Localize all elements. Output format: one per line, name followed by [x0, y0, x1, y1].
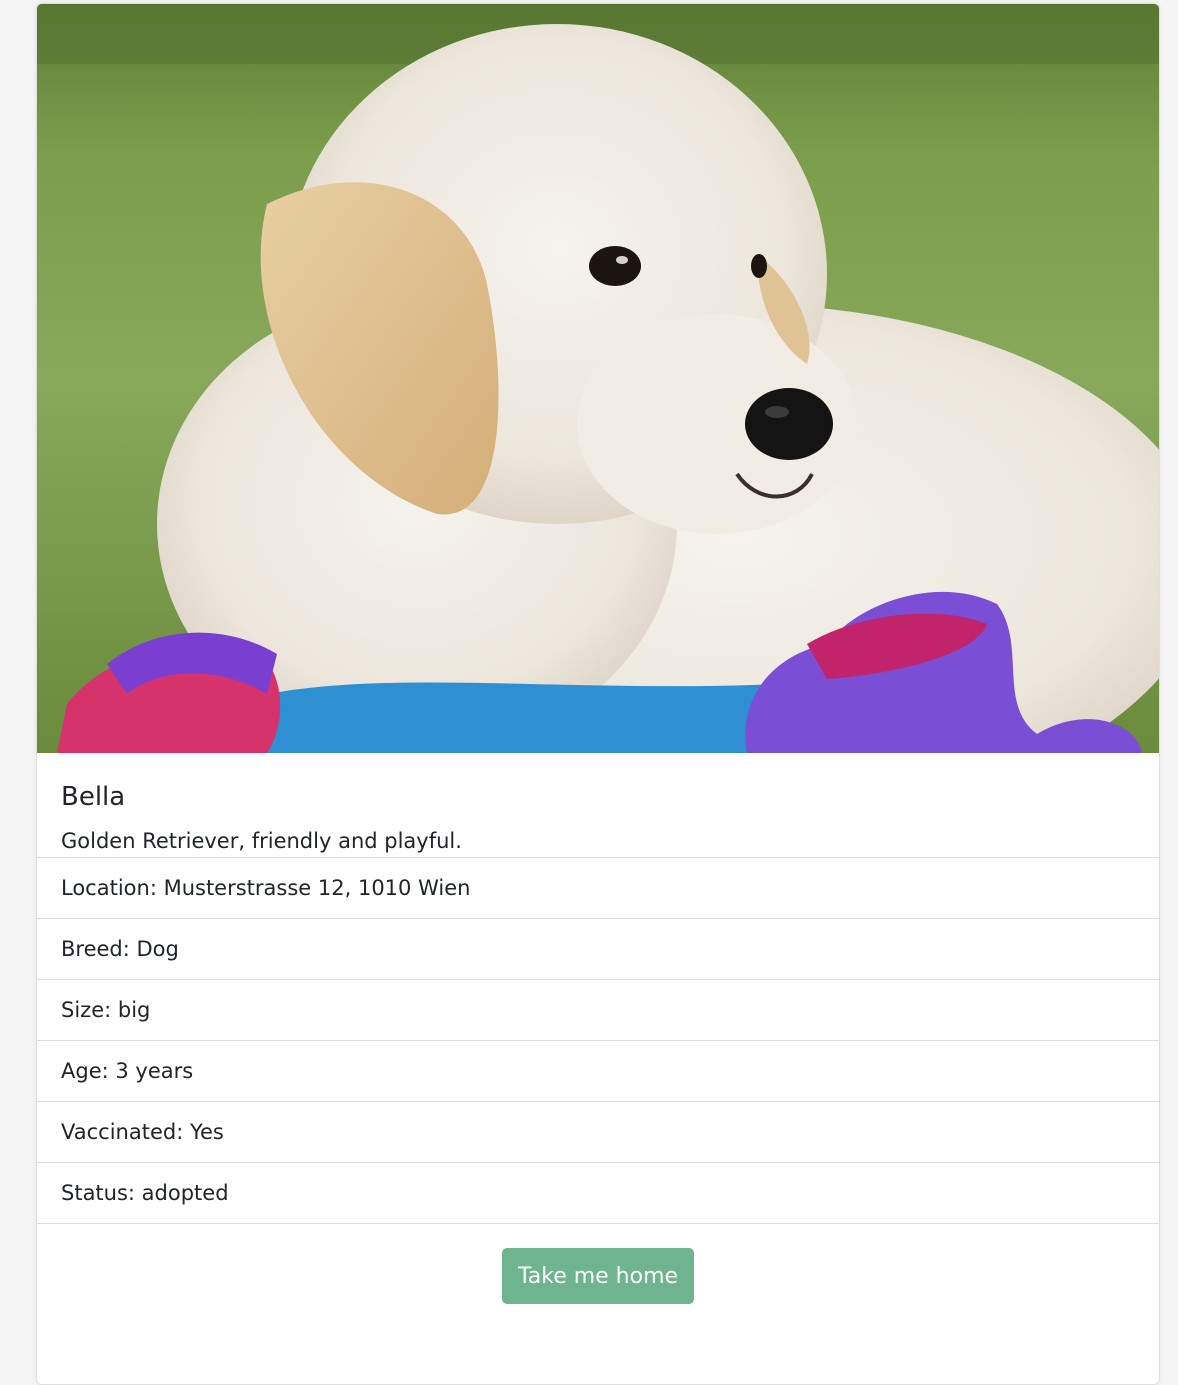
- detail-vaccinated: Vaccinated: Yes: [37, 1102, 1159, 1163]
- pet-photo: [37, 4, 1159, 753]
- pet-card: Bella Golden Retriever, friendly and pla…: [36, 3, 1160, 1385]
- take-me-home-button[interactable]: Take me home: [502, 1248, 694, 1304]
- card-body: Bella Golden Retriever, friendly and pla…: [37, 753, 1159, 858]
- detail-breed: Breed: Dog: [37, 919, 1159, 980]
- detail-status: Status: adopted: [37, 1163, 1159, 1224]
- pet-description: Golden Retriever, friendly and playful.: [61, 829, 462, 853]
- pet-details-list: Location: Musterstrasse 12, 1010 Wien Br…: [37, 858, 1159, 1224]
- detail-size: Size: big: [37, 980, 1159, 1041]
- detail-age: Age: 3 years: [37, 1041, 1159, 1102]
- card-footer: Take me home: [37, 1224, 1159, 1344]
- puppy-photo: [37, 4, 1159, 753]
- detail-location: Location: Musterstrasse 12, 1010 Wien: [37, 858, 1159, 919]
- pet-name: Bella: [61, 782, 126, 812]
